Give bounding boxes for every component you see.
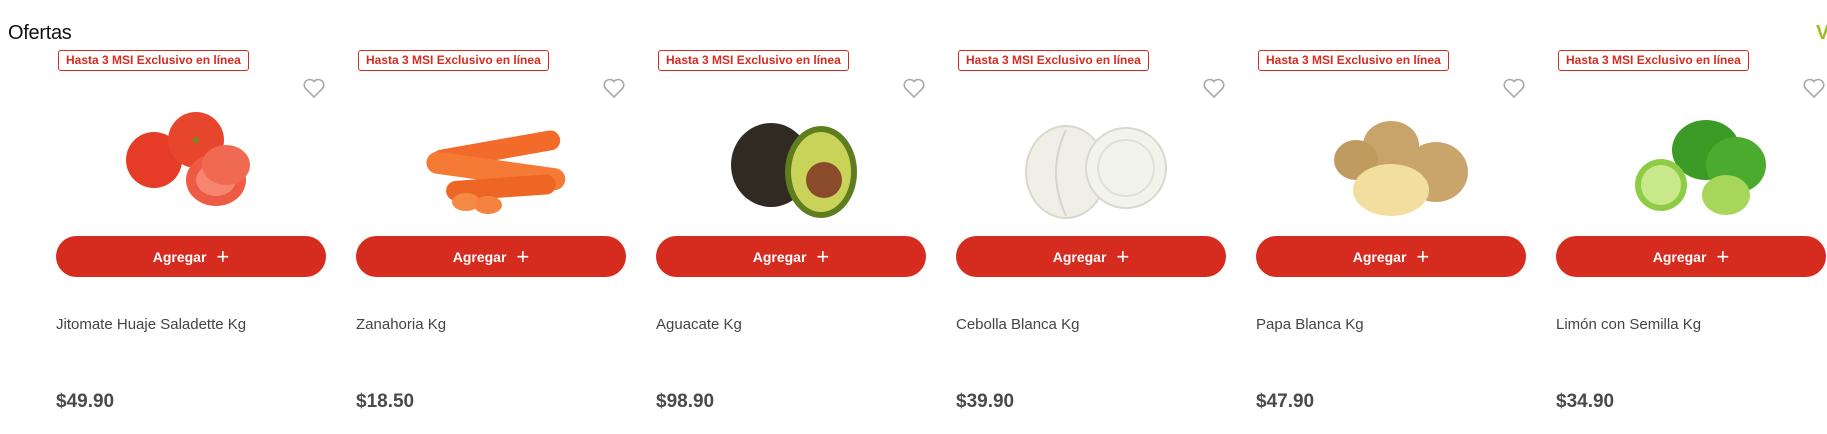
add-button-label: Agregar — [452, 248, 507, 265]
product-name[interactable]: Cebolla Blanca Kg — [956, 316, 1079, 333]
product-name[interactable]: Zanahoria Kg — [356, 316, 446, 333]
add-to-cart-button[interactable]: Agregar + — [56, 236, 326, 277]
onion-image[interactable] — [976, 110, 1206, 230]
plus-icon: + — [1116, 243, 1130, 269]
carrot-image[interactable] — [376, 110, 606, 230]
product-price: $98.90 — [656, 391, 715, 412]
favorite-heart-icon[interactable] — [302, 77, 326, 99]
lime-image[interactable] — [1576, 110, 1806, 230]
add-to-cart-button[interactable]: Agregar + — [356, 236, 626, 277]
product-name[interactable]: Aguacate Kg — [656, 316, 742, 333]
plus-icon: + — [816, 243, 830, 269]
promo-badge: Hasta 3 MSI Exclusivo en línea — [658, 50, 849, 71]
product-price: $34.90 — [1556, 391, 1615, 412]
product-card[interactable]: Hasta 3 MSI Exclusivo en línea Agregar +… — [56, 0, 328, 434]
product-name[interactable]: Limón con Semilla Kg — [1556, 316, 1701, 333]
promo-badge: Hasta 3 MSI Exclusivo en línea — [1558, 50, 1749, 71]
favorite-heart-icon[interactable] — [1802, 77, 1826, 99]
favorite-heart-icon[interactable] — [1202, 77, 1226, 99]
product-price: $49.90 — [56, 391, 115, 412]
favorite-heart-icon[interactable] — [1502, 77, 1526, 99]
product-price: $39.90 — [956, 391, 1015, 412]
tomato-image[interactable] — [76, 110, 306, 230]
add-to-cart-button[interactable]: Agregar + — [956, 236, 1226, 277]
product-card[interactable]: Hasta 3 MSI Exclusivo en línea Agregar +… — [1256, 0, 1528, 434]
product-name[interactable]: Jitomate Huaje Saladette Kg — [56, 316, 246, 333]
add-button-label: Agregar — [1652, 248, 1707, 265]
avocado-image[interactable] — [676, 110, 906, 230]
promo-badge: Hasta 3 MSI Exclusivo en línea — [958, 50, 1149, 71]
product-price: $18.50 — [356, 391, 415, 412]
product-card[interactable]: Hasta 3 MSI Exclusivo en línea Agregar +… — [956, 0, 1228, 434]
plus-icon: + — [1416, 243, 1430, 269]
favorite-heart-icon[interactable] — [602, 77, 626, 99]
plus-icon: + — [216, 243, 230, 269]
promo-badge: Hasta 3 MSI Exclusivo en línea — [1258, 50, 1449, 71]
add-button-label: Agregar — [1052, 248, 1107, 265]
promo-badge: Hasta 3 MSI Exclusivo en línea — [358, 50, 549, 71]
add-button-label: Agregar — [152, 248, 207, 265]
add-to-cart-button[interactable]: Agregar + — [656, 236, 926, 277]
add-to-cart-button[interactable]: Agregar + — [1556, 236, 1826, 277]
product-card[interactable]: Hasta 3 MSI Exclusivo en línea Agregar +… — [1556, 0, 1827, 434]
plus-icon: + — [1716, 243, 1730, 269]
product-card[interactable]: Hasta 3 MSI Exclusivo en línea Agregar +… — [356, 0, 628, 434]
promo-badge: Hasta 3 MSI Exclusivo en línea — [58, 50, 249, 71]
add-button-label: Agregar — [752, 248, 807, 265]
potato-image[interactable] — [1276, 110, 1506, 230]
plus-icon: + — [516, 243, 530, 269]
favorite-heart-icon[interactable] — [902, 77, 926, 99]
add-to-cart-button[interactable]: Agregar + — [1256, 236, 1526, 277]
product-name[interactable]: Papa Blanca Kg — [1256, 316, 1364, 333]
product-card[interactable]: Hasta 3 MSI Exclusivo en línea Agregar +… — [656, 0, 928, 434]
offers-carousel: Ofertas Ver todo Hasta 3 MSI Exclusivo e… — [0, 0, 1827, 434]
add-button-label: Agregar — [1352, 248, 1407, 265]
product-price: $47.90 — [1256, 391, 1315, 412]
